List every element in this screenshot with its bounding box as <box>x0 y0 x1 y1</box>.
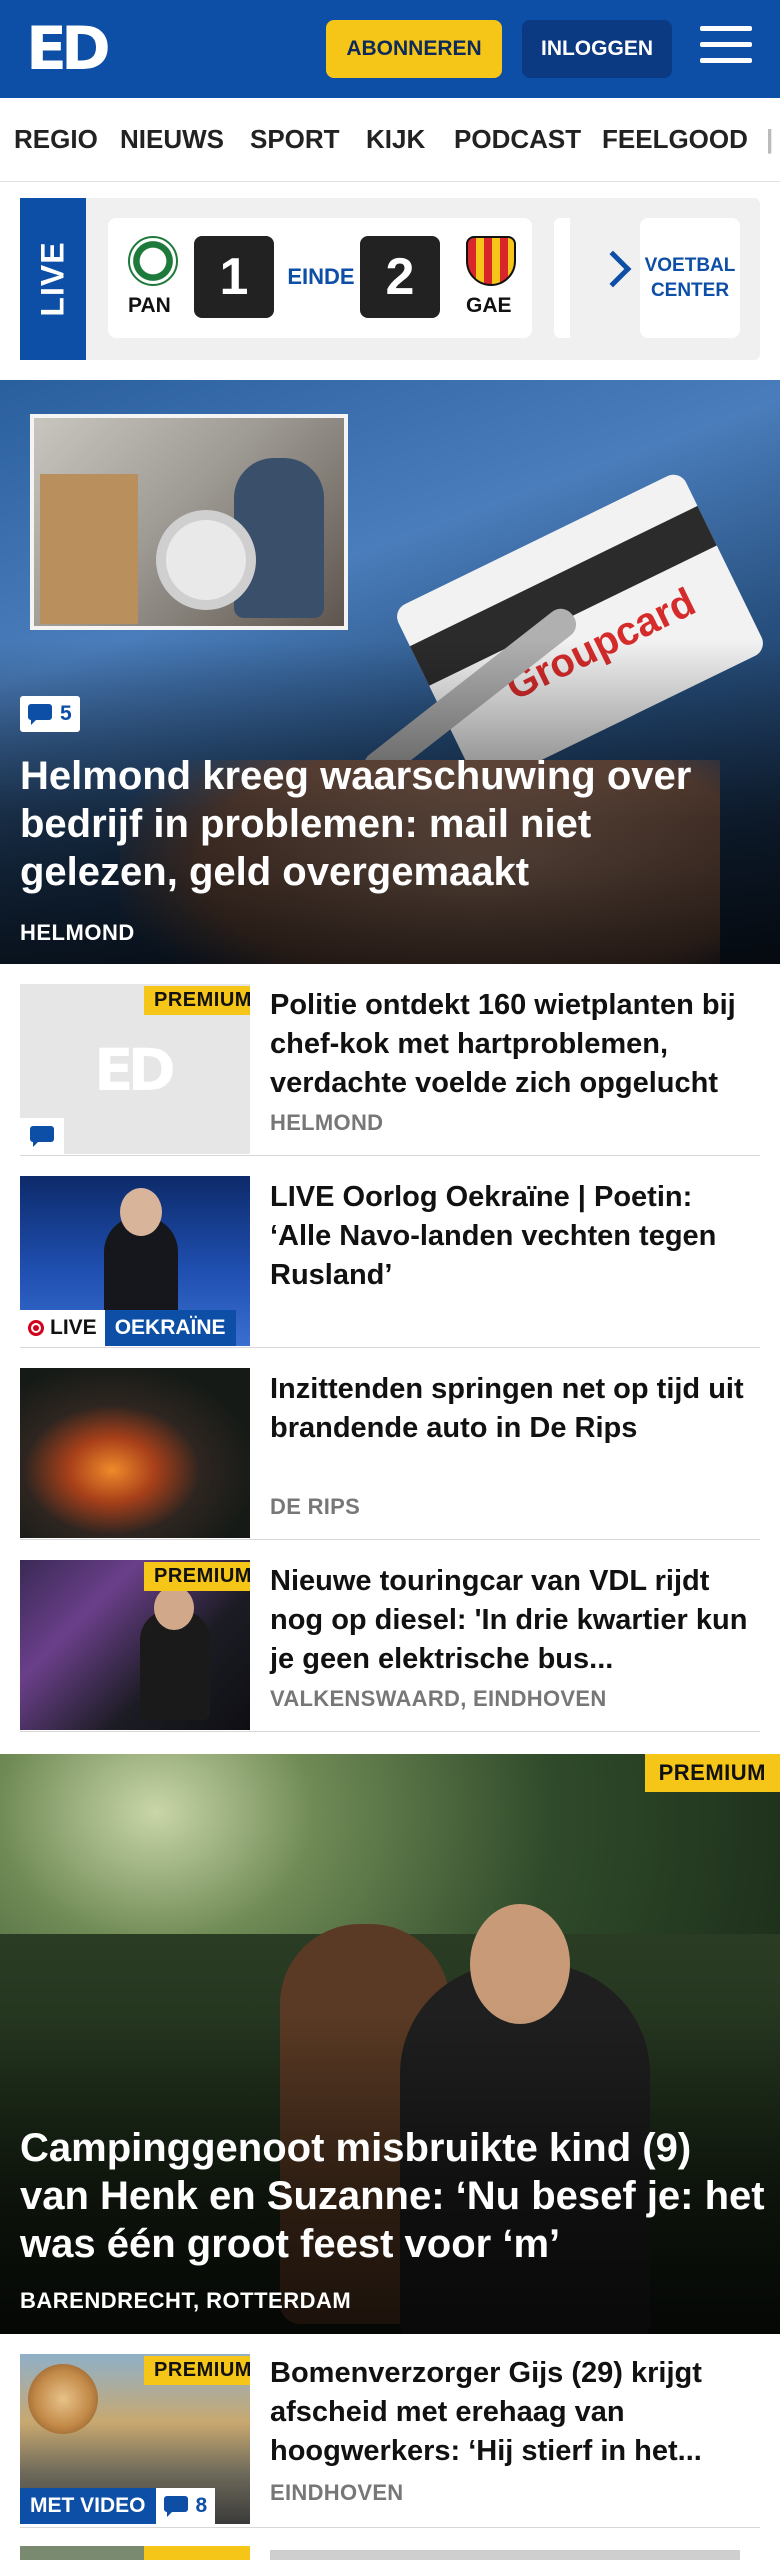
home-team-logo-icon <box>128 236 178 286</box>
list-item[interactable]: ED PREMIUM Politie ontdekt 160 wietplant… <box>20 984 760 1156</box>
article-thumbnail: PREMIUM <box>20 1560 250 1730</box>
live-badge: LIVE OEKRAÏNE <box>20 1310 236 1346</box>
login-button[interactable]: INLOGGEN <box>522 20 672 78</box>
premium-badge: PREMIUM <box>144 1562 250 1591</box>
article-title[interactable]: Inzittenden springen net op tijd uit bra… <box>270 1370 760 1448</box>
premium-badge: PREMIUM <box>144 986 250 1015</box>
nav-item-podcast[interactable]: PODCAST <box>454 124 581 155</box>
article-title[interactable]: Politie ontdekt 160 wietplanten bij chef… <box>270 986 760 1103</box>
home-team-name: PAN <box>128 294 171 317</box>
comment-icon <box>30 1126 54 1147</box>
comment-icon <box>28 704 52 725</box>
article-location: HELMOND <box>270 1110 384 1135</box>
match-status: EINDE <box>287 264 355 289</box>
featured-article[interactable]: PREMIUM Campinggenoot misbruikte kind (9… <box>0 1754 780 2334</box>
hero-location: HELMOND <box>20 920 135 945</box>
article-thumbnail: LIVE OEKRAÏNE <box>20 1176 250 1346</box>
article-title[interactable]: Bomenverzorger Gijs (29) krijgt afscheid… <box>270 2354 760 2471</box>
hero-title[interactable]: Helmond kreeg waarschuwing over bedrijf … <box>20 752 760 896</box>
article-location: DE RIPS <box>270 1494 361 1519</box>
article-thumbnail: ED PREMIUM <box>20 984 250 1154</box>
nav-overflow-marker: | <box>766 124 774 154</box>
nav-item-kijk[interactable]: KIJK <box>366 124 425 155</box>
next-match-card[interactable] <box>554 218 570 338</box>
premium-badge: PREMIUM <box>144 2356 250 2385</box>
video-badge[interactable]: MET VIDEO 8 <box>20 2488 216 2524</box>
hamburger-menu-icon[interactable] <box>700 26 752 70</box>
nav-item-feelgood[interactable]: FEELGOOD <box>602 124 748 155</box>
subscribe-button[interactable]: ABONNEREN <box>326 20 502 78</box>
hero-comment-badge[interactable]: 5 <box>20 696 80 732</box>
list-item[interactable]: PREMIUM Nieuwe touringcar van VDL rijdt … <box>20 1560 760 1732</box>
article-title[interactable]: Nieuwe touringcar van VDL rijdt nog op d… <box>270 1562 760 1679</box>
article-title[interactable]: LIVE Oorlog Oekraïne | Poetin: ‘Alle Nav… <box>270 1178 760 1295</box>
topic-tag[interactable]: OEKRAÏNE <box>104 1310 236 1346</box>
comment-icon <box>163 2496 188 2517</box>
list-item-partial <box>20 2546 760 2560</box>
site-logo[interactable]: ED <box>26 18 116 80</box>
article-thumbnail <box>20 1368 250 1538</box>
away-score: 2 <box>360 236 440 318</box>
away-team-name: GAE <box>466 294 512 317</box>
premium-badge: PREMIUM <box>644 1754 780 1792</box>
live-scoreboard: LIVE PAN 1 EINDE 2 GAE VOETBAL CENTER <box>20 198 760 360</box>
chevron-right-icon[interactable] <box>594 250 632 288</box>
list-item[interactable]: LIVE OEKRAÏNE LIVE Oorlog Oekraïne | Poe… <box>20 1176 760 1348</box>
article-location: EINDHOVEN <box>270 2480 404 2505</box>
site-header: ED ABONNEREN INLOGGEN <box>0 0 780 98</box>
article-location: VALKENSWAARD, EINDHOVEN <box>270 1686 607 1711</box>
nav-item-sport[interactable]: SPORT <box>250 124 340 155</box>
live-tag: LIVE <box>20 198 86 360</box>
voetbal-center-link[interactable]: VOETBAL CENTER <box>640 218 740 338</box>
featured-location: BARENDRECHT, ROTTERDAM <box>20 2288 352 2313</box>
match-card[interactable]: PAN 1 EINDE 2 GAE <box>108 218 532 338</box>
hero-inset-image <box>30 414 348 630</box>
list-item[interactable]: PREMIUM MET VIDEO 8 Bomenverzorger Gijs … <box>20 2354 760 2528</box>
away-team-logo-icon <box>466 236 516 286</box>
nav-item-nieuws[interactable]: NIEUWS <box>120 124 224 155</box>
comment-badge[interactable] <box>20 1118 64 1154</box>
placeholder-logo: ED <box>94 1036 176 1104</box>
featured-title[interactable]: Campinggenoot misbruikte kind (9) van He… <box>20 2124 765 2268</box>
live-dot-icon <box>28 1320 44 1336</box>
main-navigation: REGIO NIEUWS SPORT KIJK PODCAST FEELGOOD… <box>0 98 780 182</box>
list-item[interactable]: Inzittenden springen net op tijd uit bra… <box>20 1368 760 1540</box>
nav-item-regio[interactable]: REGIO <box>14 124 98 155</box>
hero-article[interactable]: Groupcard 5 Helmond kreeg waarschuwing o… <box>0 380 780 964</box>
article-thumbnail: PREMIUM MET VIDEO 8 <box>20 2354 250 2524</box>
home-score: 1 <box>194 236 274 318</box>
